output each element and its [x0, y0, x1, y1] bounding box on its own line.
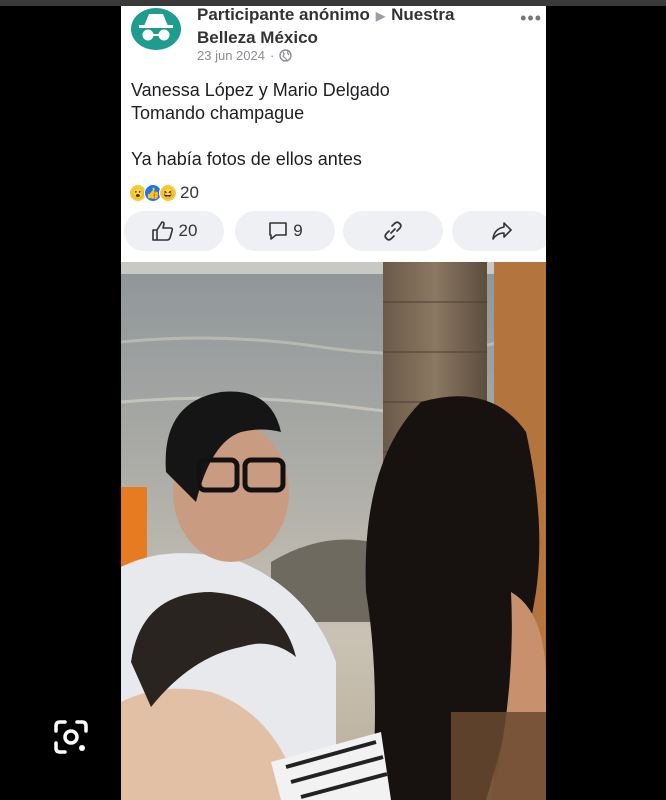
post-photo[interactable] — [121, 262, 546, 800]
google-lens-icon[interactable] — [52, 718, 90, 756]
post-date[interactable]: 23 jun 2024 — [197, 48, 265, 63]
reactions-summary[interactable]: 😮 👍 😆 20 — [129, 183, 199, 203]
thumbs-up-icon — [151, 221, 173, 241]
like-button[interactable]: 20 — [124, 211, 224, 251]
beach-photo — [121, 262, 546, 800]
arrow-right-icon: ▶ — [375, 9, 386, 23]
post-text: Vanessa López y Mario Delgado Tomando ch… — [131, 79, 390, 171]
comment-count: 9 — [293, 221, 303, 240]
copy-link-button[interactable] — [343, 211, 443, 251]
post-text-line: Tomando champague — [131, 103, 305, 123]
post-card: Participante anónimo ▶ Nuestra Belleza Méx… — [121, 6, 546, 800]
haha-icon: 😆 — [159, 184, 177, 202]
comment-button[interactable]: 9 — [235, 211, 335, 251]
poster-name[interactable]: Participante anónimo — [197, 6, 370, 24]
link-icon — [384, 221, 402, 241]
reaction-count: 20 — [180, 183, 199, 202]
anonymous-avatar[interactable] — [131, 8, 181, 50]
action-bar: 20 9 — [121, 211, 546, 253]
post-text-line — [131, 125, 390, 148]
post-text-line: Ya había fotos de ellos antes — [131, 149, 362, 169]
share-icon — [492, 222, 512, 240]
post-meta: 23 jun 2024 · — [197, 48, 292, 63]
post-text-line: Vanessa López y Mario Delgado — [131, 80, 390, 100]
share-button[interactable] — [452, 211, 546, 251]
comment-icon — [269, 222, 288, 240]
post-header: Participante anónimo ▶ Nuestra Belleza Méx… — [197, 6, 497, 48]
globe-icon — [279, 49, 292, 62]
more-options-icon[interactable]: ••• — [520, 8, 542, 29]
incognito-icon — [139, 14, 173, 41]
like-count: 20 — [178, 221, 198, 240]
